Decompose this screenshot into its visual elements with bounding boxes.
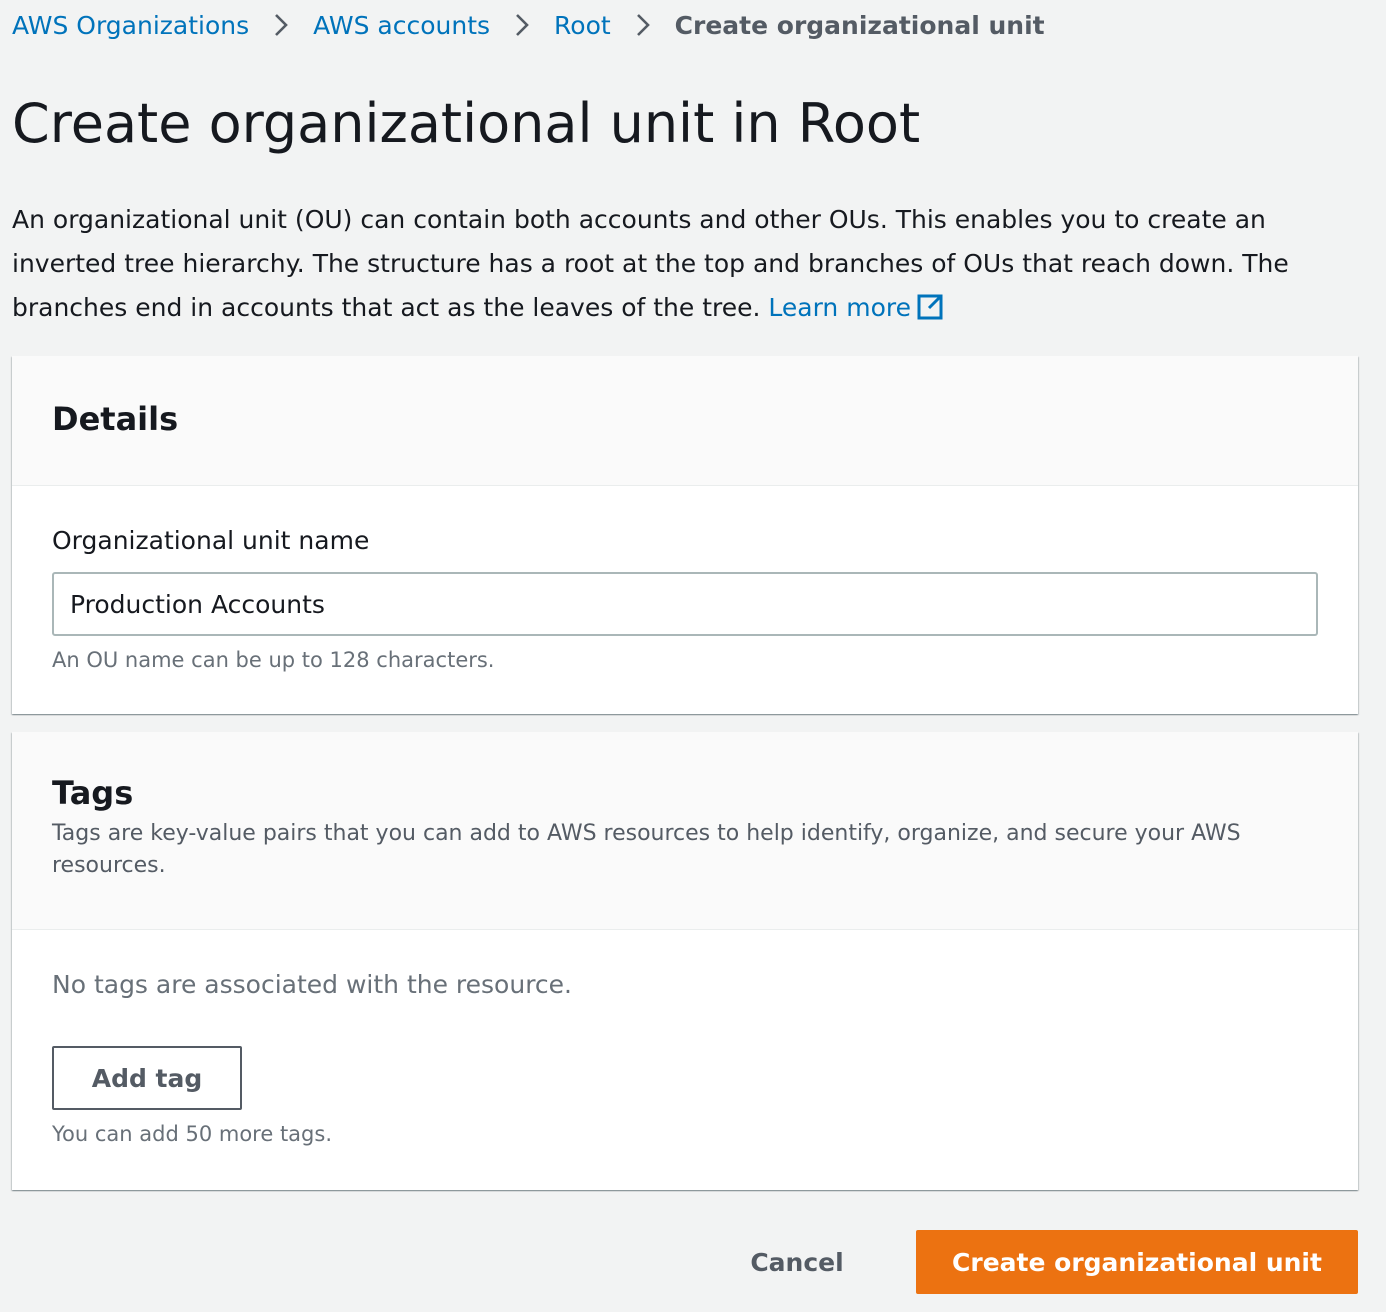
breadcrumb-aws-accounts[interactable]: AWS accounts <box>313 11 490 40</box>
learn-more-link[interactable]: Learn more <box>768 293 945 322</box>
breadcrumb-root[interactable]: Root <box>554 11 611 40</box>
ou-name-hint: An OU name can be up to 128 characters. <box>52 648 495 672</box>
create-ou-button[interactable]: Create organizational unit <box>916 1230 1358 1294</box>
breadcrumb: AWS Organizations AWS accounts Root Crea… <box>12 6 1045 44</box>
tags-body: No tags are associated with the resource… <box>12 930 1358 1146</box>
external-link-icon <box>917 294 943 320</box>
intro-text: An organizational unit (OU) can contain … <box>12 205 1289 322</box>
tags-title: Tags <box>52 774 134 812</box>
tags-empty-text: No tags are associated with the resource… <box>52 970 572 999</box>
page-title: Create organizational unit in Root <box>12 92 921 155</box>
details-title: Details <box>52 400 179 438</box>
tags-description: Tags are key-value pairs that you can ad… <box>52 821 1241 878</box>
details-header: Details <box>12 356 1358 486</box>
page-intro: An organizational unit (OU) can contain … <box>12 198 1352 330</box>
chevron-right-icon <box>249 13 313 37</box>
ou-name-input[interactable] <box>52 572 1318 636</box>
breadcrumb-aws-organizations[interactable]: AWS Organizations <box>12 11 249 40</box>
ou-name-label: Organizational unit name <box>52 526 370 555</box>
details-body: Organizational unit name An OU name can … <box>12 486 1358 672</box>
tags-header: Tags Tags are key-value pairs that you c… <box>12 732 1358 930</box>
tags-panel: Tags Tags are key-value pairs that you c… <box>12 732 1358 1190</box>
breadcrumb-current: Create organizational unit <box>674 10 1045 40</box>
learn-more-label: Learn more <box>768 293 911 322</box>
chevron-right-icon <box>490 13 554 37</box>
chevron-right-icon <box>611 13 675 37</box>
details-panel: Details Organizational unit name An OU n… <box>12 356 1358 714</box>
tags-hint: You can add 50 more tags. <box>52 1122 332 1146</box>
cancel-button[interactable]: Cancel <box>728 1230 866 1294</box>
add-tag-button[interactable]: Add tag <box>52 1046 242 1110</box>
